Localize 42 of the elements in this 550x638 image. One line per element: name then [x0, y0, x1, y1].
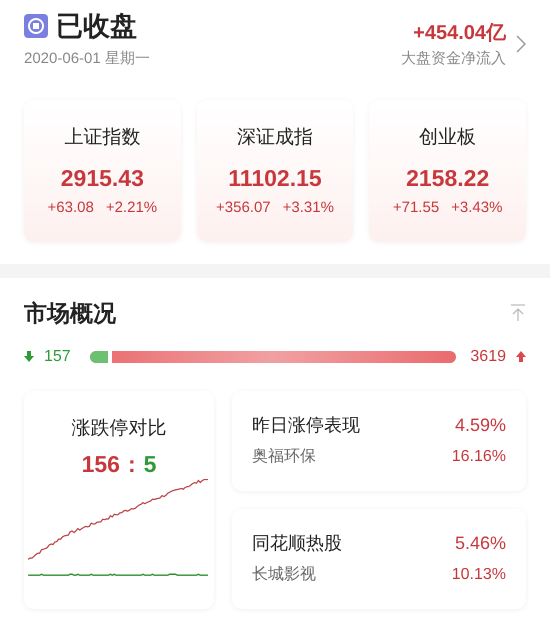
index-percent: +3.31% — [282, 198, 334, 218]
index-change: +71.55 — [392, 198, 440, 218]
index-name: 上证指数 — [64, 126, 140, 150]
index-value: 11102.15 — [228, 164, 322, 192]
stock-name: 奥福环保 — [252, 446, 316, 467]
index-change: +356.07 — [216, 198, 271, 218]
stat-card[interactable]: 同花顺热股 5.46% 长城影视 10.13% — [232, 508, 526, 608]
stat-card[interactable]: 昨日涨停表现 4.59% 奥福环保 16.16% — [232, 390, 526, 490]
stat-value: 5.46% — [454, 532, 506, 555]
limit-card[interactable]: 涨跌停对比 156 : 5 — [24, 390, 214, 608]
section-title: 市场概况 — [24, 299, 116, 328]
up-count: 3619 — [469, 346, 506, 366]
stat-title: 同花顺热股 — [252, 532, 342, 555]
index-name: 创业板 — [419, 126, 476, 150]
limit-up-count: 156 — [82, 450, 120, 479]
date-text: 2020-06-01 星期一 — [24, 49, 150, 69]
index-percent: +3.43% — [451, 198, 502, 218]
up-arrow-icon — [516, 351, 526, 362]
stock-change: 16.16% — [452, 447, 506, 467]
index-percent: +2.21% — [106, 198, 158, 218]
down-count: 157 — [44, 346, 72, 366]
index-card[interactable]: 创业板 2158.22 +71.55 +3.43% — [369, 100, 526, 242]
stock-change: 10.13% — [452, 565, 506, 585]
index-value: 2158.22 — [406, 164, 490, 192]
index-value: 2915.43 — [60, 164, 144, 192]
ratio-separator: : — [128, 450, 136, 479]
down-arrow-icon — [24, 351, 34, 362]
index-card[interactable]: 深证成指 11102.15 +356.07 +3.31% — [196, 100, 354, 242]
net-inflow-label: 大盘资金净流入 — [401, 48, 506, 69]
index-card[interactable]: 上证指数 2915.43 +63.08 +2.21% — [24, 100, 181, 242]
index-name: 深证成指 — [236, 126, 313, 150]
index-change: +63.08 — [48, 198, 94, 218]
status-title: 已收盘 — [56, 10, 137, 43]
stock-name: 长城影视 — [252, 564, 316, 585]
limit-card-title: 涨跌停对比 — [72, 416, 166, 440]
stat-title: 昨日涨停表现 — [252, 414, 360, 437]
chevron-right-icon[interactable] — [516, 35, 526, 53]
limit-down-count: 5 — [144, 450, 156, 479]
market-closed-icon — [24, 14, 48, 38]
net-inflow-value: +454.04亿 — [413, 20, 506, 46]
stat-value: 4.59% — [454, 414, 506, 437]
back-to-top-icon[interactable] — [510, 304, 526, 322]
